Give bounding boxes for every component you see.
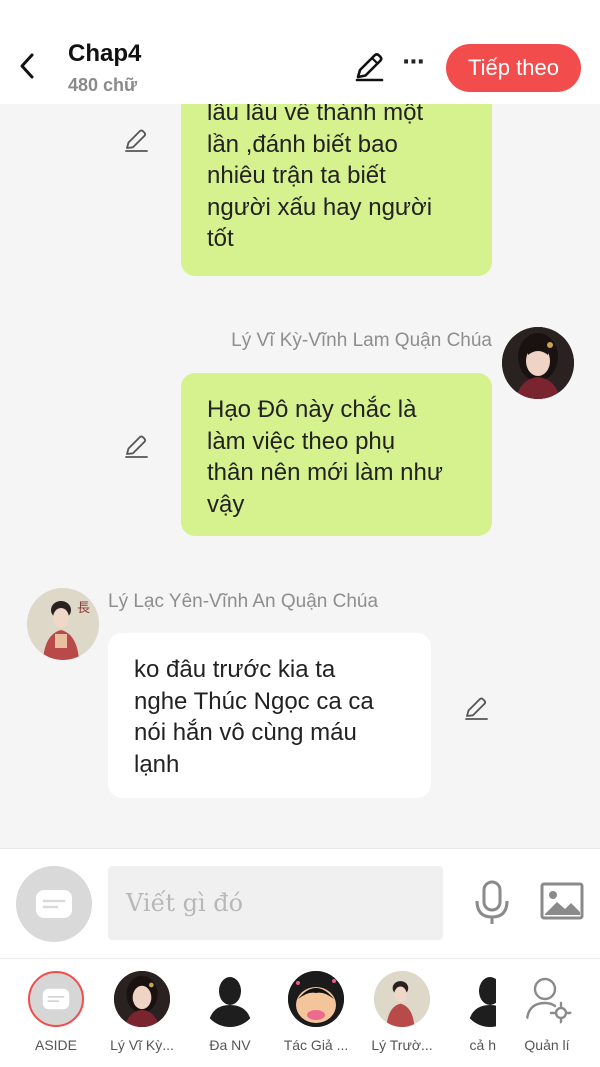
message-line: lạnh — [134, 750, 180, 778]
edit-message-icon[interactable] — [462, 694, 490, 722]
chapter-title: Chap4 — [68, 40, 142, 67]
character-item[interactable]: Lý Trườ... — [362, 971, 442, 1061]
word-count: 480 chữ — [68, 75, 138, 95]
avatar — [374, 971, 430, 1027]
aside-toggle-button[interactable] — [16, 866, 92, 942]
manage-characters-button[interactable]: Quản lí — [507, 971, 587, 1061]
message-icon — [36, 890, 72, 918]
message-line: Hạo Đô này chắc là — [207, 396, 417, 423]
message-bubble[interactable]: lâu lâu về thành một lần ,đánh biết bao … — [181, 104, 492, 276]
character-label: Tác Giả ... — [283, 1037, 349, 1053]
message-line: thân nên mới làm như — [207, 459, 443, 486]
pencil-icon — [355, 53, 384, 82]
message-line: làm việc theo phụ — [207, 427, 396, 455]
aside-icon — [28, 971, 84, 1027]
character-item[interactable]: Lý Vĩ Kỳ... — [102, 971, 182, 1061]
character-label: Đa NV — [209, 1037, 251, 1053]
chevron-left-icon — [20, 53, 34, 79]
character-item[interactable]: Đa NV — [190, 971, 270, 1061]
message-bubble[interactable]: Hạo Đô này chắc là làm việc theo phụ thâ… — [181, 373, 492, 536]
message-line: nói hắn vô cùng máu — [134, 719, 357, 746]
message-line: ko đâu trước kia ta — [134, 656, 336, 683]
message-line: lần ,đánh biết bao — [207, 130, 398, 158]
character-item[interactable]: Tác Giả ... — [276, 971, 356, 1061]
next-chapter-button[interactable]: Tiếp theo — [446, 44, 581, 92]
chat-area[interactable]: lâu lâu về thành một lần ,đánh biết bao … — [0, 104, 600, 848]
message-line: nhiêu trận ta biết — [207, 162, 386, 189]
top-bar: Chap4 480 chữ ⋯ Tiếp theo — [0, 0, 600, 104]
message-line: người xấu hay người — [207, 193, 433, 221]
sender-name: Lý Lạc Yên-Vĩnh An Quận Chúa — [108, 591, 379, 612]
avatar — [114, 971, 170, 1027]
message-bubble[interactable]: ko đâu trước kia ta nghe Thúc Ngọc ca ca… — [108, 633, 431, 798]
image-upload-button[interactable] — [540, 881, 584, 921]
message-line: nghe Thúc Ngọc ca ca — [134, 687, 374, 715]
character-bar: ASIDE Lý Vĩ Kỳ... Đa NV Tác Giả ... Lý T… — [0, 958, 600, 1067]
sender-name: Lý Vĩ Kỳ-Vĩnh Lam Quận Chúa — [231, 330, 492, 351]
composer-bar: Viết gì đó — [0, 848, 600, 958]
avatar — [288, 971, 344, 1027]
character-label: cả h — [469, 1037, 496, 1053]
back-button[interactable] — [12, 48, 42, 84]
input-placeholder: Viết gì đó — [126, 889, 244, 917]
character-label: Quản lí — [524, 1037, 570, 1053]
edit-chapter-button[interactable] — [352, 50, 386, 84]
microphone-icon — [475, 880, 509, 924]
character-aside[interactable]: ASIDE — [16, 971, 96, 1061]
message-input[interactable]: Viết gì đó — [108, 866, 443, 940]
character-item[interactable]: cả h — [452, 971, 496, 1061]
microphone-button[interactable] — [472, 879, 512, 927]
message-line: lâu lâu về thành một — [207, 104, 424, 126]
character-label: Lý Vĩ Kỳ... — [110, 1037, 174, 1053]
message-line: vậy — [207, 490, 245, 518]
avatar[interactable]: 長 — [27, 588, 99, 660]
character-label: Lý Trườ... — [371, 1037, 433, 1053]
svg-text:長: 長 — [77, 601, 90, 616]
message-line: tốt — [207, 225, 234, 252]
image-icon — [540, 882, 584, 920]
more-icon: ⋯ — [402, 49, 426, 74]
edit-message-icon[interactable] — [122, 126, 150, 154]
edit-message-icon[interactable] — [122, 432, 150, 460]
user-silhouette-icon — [202, 971, 258, 1027]
avatar[interactable] — [502, 327, 574, 399]
character-label: ASIDE — [34, 1037, 77, 1053]
user-silhouette-icon — [462, 971, 496, 1027]
more-options-button[interactable]: ⋯ — [398, 51, 430, 80]
user-settings-icon — [519, 971, 575, 1027]
